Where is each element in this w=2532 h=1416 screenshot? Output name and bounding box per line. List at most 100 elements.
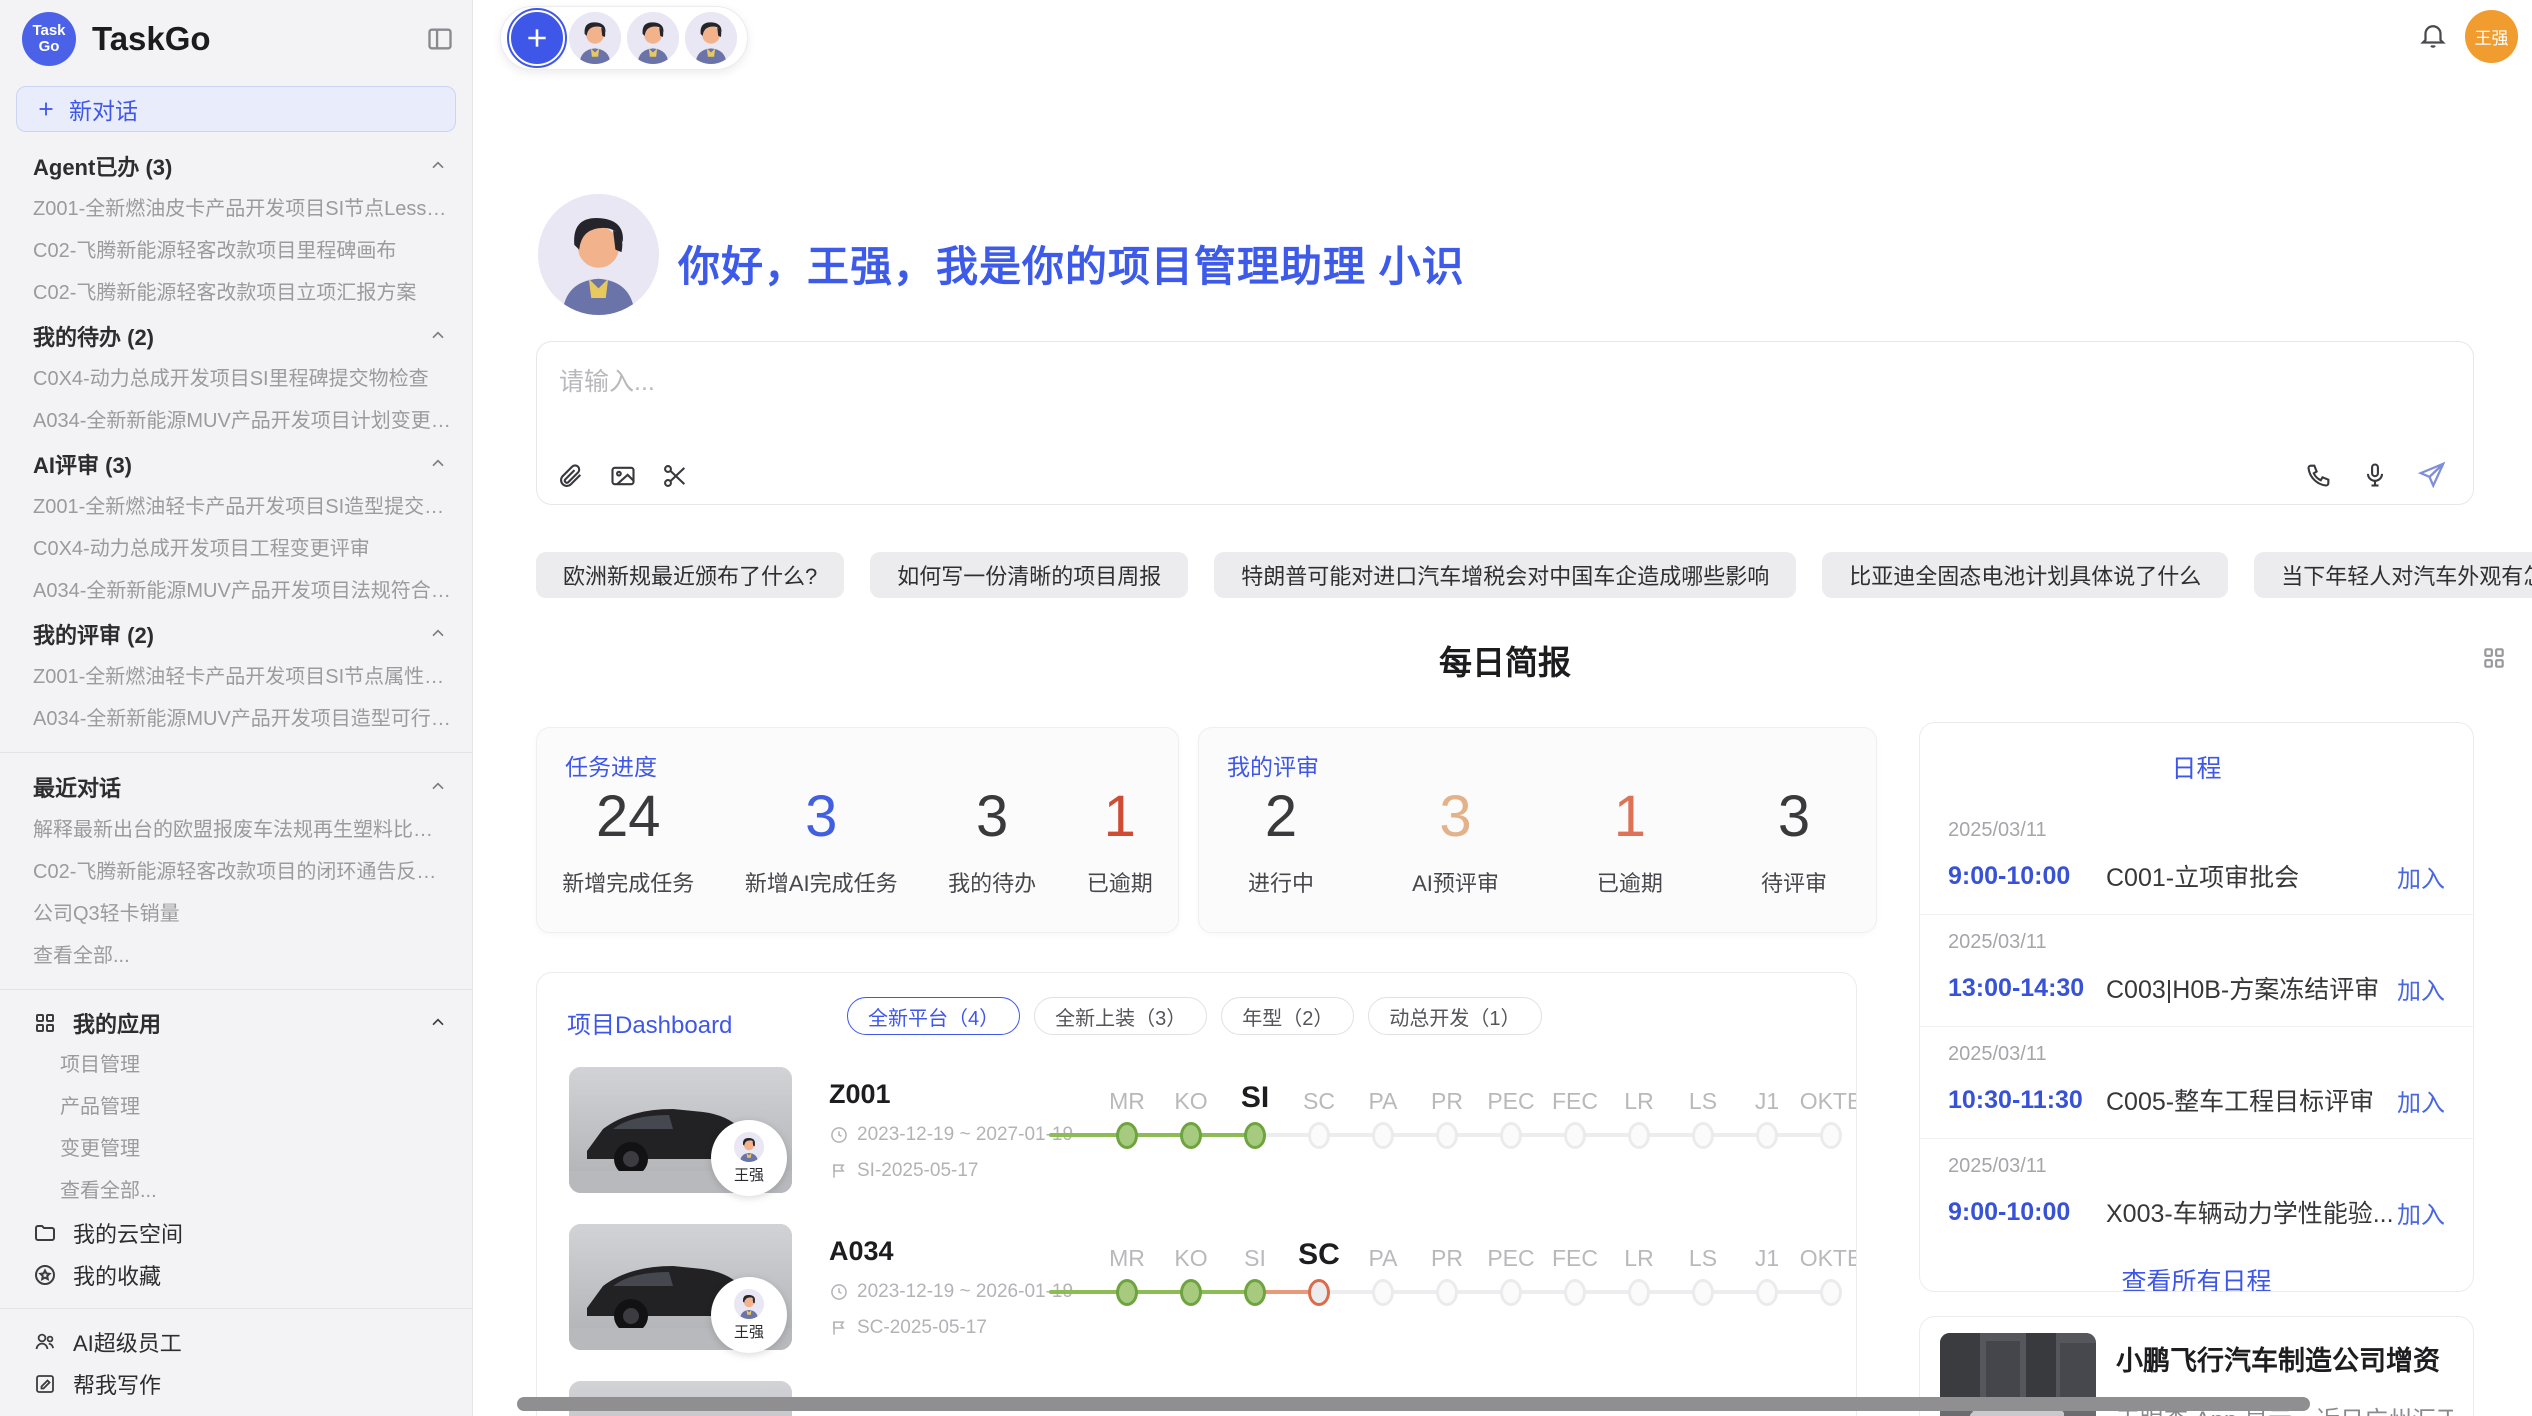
sidebar-item-创意制图[interactable]: 创意制图 [0,1405,472,1416]
sidebar-section-title: AI评审 (3) [33,448,428,480]
milestone-label: MR [1095,1088,1159,1115]
plus-icon [35,98,57,120]
event-date: 2025/03/11 [1948,1043,2445,1066]
sidebar-app-item[interactable]: 变更管理 [0,1128,472,1170]
suggestion-chip[interactable]: 欧洲新规最近颁布了什么? [536,552,844,598]
favorites-label: 我的收藏 [73,1259,161,1291]
sidebar-section-header[interactable]: 最近对话 [0,765,472,809]
new-chat-label: 新对话 [69,92,138,126]
star-badge-icon [33,1263,57,1287]
scissors-icon[interactable] [661,462,689,490]
collapse-panel-icon[interactable] [426,25,454,53]
send-icon[interactable] [2417,460,2447,490]
sidebar-app-item[interactable]: 产品管理 [0,1086,472,1128]
sidebar-item[interactable]: 查看全部... [0,935,472,977]
sidebar-item-my-apps[interactable]: 我的应用 [0,1002,472,1044]
suggestion-chip[interactable]: 当下年轻人对汽车外观有怎样的喜好趋势 [2254,552,2532,598]
dashboard-tab[interactable]: 年型（2） [1221,997,1354,1035]
project-owner-badge: 王强 [711,1120,787,1196]
stat-label: 新增AI完成任务 [745,866,898,898]
message-composer[interactable]: 请输入... [536,341,2474,505]
join-button[interactable]: 加入 [2397,859,2445,894]
milestone-label: PA [1351,1088,1415,1115]
sidebar-item[interactable]: C02-飞腾新能源轻客改款项目的闭环通告反馈情况 [0,851,472,893]
briefing-layout-icon[interactable] [2481,645,2507,671]
composer-right-tools [2305,460,2447,490]
sidebar-item[interactable]: C0X4-动力总成开发项目工程变更评审 [0,528,472,570]
new-session-button[interactable] [509,10,565,66]
session-avatar[interactable] [567,10,623,66]
session-avatar[interactable] [625,10,681,66]
milestone-label: OKTB [1799,1245,1857,1272]
microphone-icon[interactable] [2361,461,2389,489]
sidebar-item-帮我写作[interactable]: 帮我写作 [0,1363,472,1405]
sidebar-item[interactable]: A034-全新新能源MUV产品开发项目计划变更表编写 [0,400,472,442]
sidebar-header: Task Go TaskGo [0,0,472,74]
sidebar-item[interactable]: Z001-全新燃油皮卡产品开发项目SI节点Lesson Learn报告 [0,188,472,230]
sidebar-section-header[interactable]: 我的待办 (2) [0,314,472,358]
suggestion-chip[interactable]: 比亚迪全固态电池计划具体说了什么 [1822,552,2228,598]
daily-briefing-title: 每日简报 [536,636,2474,684]
sidebar-item[interactable]: Z001-全新燃油轻卡产品开发项目SI节点属性5D文件评审 [0,656,472,698]
sidebar-scroll[interactable]: Agent已办 (3)Z001-全新燃油皮卡产品开发项目SI节点Lesson L… [0,138,472,1416]
join-button[interactable]: 加入 [2397,971,2445,1006]
stat-value: 24 [596,784,661,850]
composer-placeholder: 请输入... [559,362,655,398]
session-avatar[interactable] [683,10,739,66]
stat-item: 3新增AI完成任务 [745,784,898,898]
sidebar-section-header[interactable]: 我的评审 (2) [0,612,472,656]
phone-call-icon[interactable] [2305,461,2333,489]
milestone-label: J1 [1735,1245,1799,1272]
dashboard-tab[interactable]: 动总开发（1） [1368,997,1541,1035]
sidebar-app-item[interactable]: 项目管理 [0,1044,472,1086]
task-progress-title: 任务进度 [565,748,657,782]
stat-item: 2进行中 [1248,784,1314,898]
grid-icon [33,1011,57,1035]
stat-value: 1 [1104,784,1136,850]
milestone-label: SC [1287,1088,1351,1115]
cloud-label: 我的云空间 [73,1217,183,1249]
sidebar-app-item[interactable]: 查看全部... [0,1170,472,1212]
milestone-label: FEC [1543,1088,1607,1115]
sidebar-item[interactable]: A034-全新新能源MUV产品开发项目法规符合性评审 [0,570,472,612]
horizontal-scrollbar[interactable] [517,1397,2310,1411]
sidebar-section-header[interactable]: AI评审 (3) [0,442,472,486]
project-dashboard-title: 项目Dashboard [567,1005,732,1040]
divider [0,989,472,990]
sidebar-item-favorites[interactable]: 我的收藏 [0,1254,472,1296]
sidebar-section-header[interactable]: Agent已办 (3) [0,144,472,188]
attachment-icon[interactable] [557,462,585,490]
sidebar-item[interactable]: 公司Q3轻卡销量 [0,893,472,935]
image-upload-icon[interactable] [609,462,637,490]
stat-label: 已逾期 [1597,866,1663,898]
view-all-schedule-link[interactable]: 查看所有日程 [1920,1262,2473,1292]
new-chat-button[interactable]: 新对话 [16,86,456,132]
suggestion-chip[interactable]: 特朗普可能对进口汽车增税会对中国车企造成哪些影响 [1214,552,1796,598]
project-name[interactable]: Z001 [829,1079,1073,1110]
logo-line2: Go [39,39,60,55]
user-avatar[interactable]: 王强 [2465,10,2518,63]
stat-label: 进行中 [1248,866,1314,898]
flag-icon [829,1161,849,1181]
sidebar-item-cloud[interactable]: 我的云空间 [0,1212,472,1254]
sidebar-item[interactable]: 解释最新出台的欧盟报废车法规再生塑料比例被调至15%... [0,809,472,851]
join-button[interactable]: 加入 [2397,1083,2445,1118]
project-flag-date: SC-2025-05-17 [857,1317,987,1339]
sidebar-item[interactable]: Z001-全新燃油轻卡产品开发项目SI造型提交物评审 [0,486,472,528]
sidebar-item[interactable]: C02-飞腾新能源轻客改款项目立项汇报方案 [0,272,472,314]
sidebar-item-AI超级员工[interactable]: AI超级员工 [0,1321,472,1363]
milestone-dot [1500,1122,1522,1149]
sidebar-tool-label: AI超级员工 [73,1326,182,1358]
sidebar-item[interactable]: C0X4-动力总成开发项目SI里程碑提交物检查 [0,358,472,400]
join-button[interactable]: 加入 [2397,1195,2445,1230]
dashboard-tab[interactable]: 全新平台（4） [847,997,1020,1035]
sidebar-item[interactable]: C02-飞腾新能源轻客改款项目里程碑画布 [0,230,472,272]
suggestion-chip[interactable]: 如何写一份清晰的项目周报 [870,552,1188,598]
sidebar-item[interactable]: A034-全新新能源MUV产品开发项目造型可行性评审 [0,698,472,740]
milestone-dot [1436,1279,1458,1306]
notification-bell-icon[interactable] [2418,20,2448,50]
milestone-dot [1180,1122,1202,1149]
project-name[interactable]: A034 [829,1236,1073,1267]
dashboard-tab[interactable]: 全新上装（3） [1034,997,1207,1035]
project-dates: 2023-12-19 ~ 2026-01-19 [829,1281,1073,1303]
